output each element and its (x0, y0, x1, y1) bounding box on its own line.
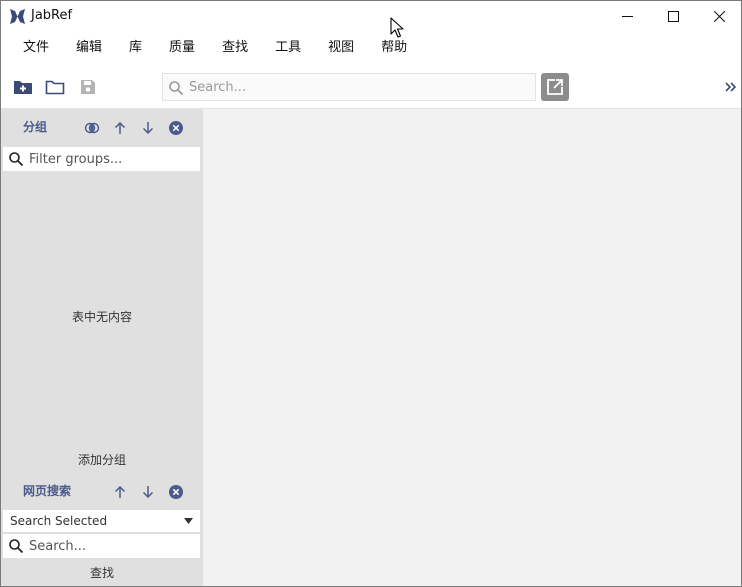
global-search-box[interactable] (162, 73, 536, 101)
expand-panel-down-icon[interactable] (140, 120, 156, 136)
side-panel: 分组 表中无内容 添加分组 网页搜索 (1, 109, 203, 586)
window-title: JabRef (31, 8, 73, 23)
filter-groups-input[interactable] (29, 151, 200, 167)
search-icon (9, 152, 24, 167)
web-panel-down-icon[interactable] (140, 484, 156, 500)
main-content-area (203, 109, 741, 586)
search-icon (169, 81, 184, 96)
jabref-window: JabRef 文件 编辑 库 质量 查找 工具 视图 帮助 Search... … (0, 0, 742, 587)
minimize-button[interactable] (604, 1, 650, 32)
menu-view[interactable]: 视图 (316, 32, 366, 64)
close-icon (713, 11, 725, 22)
close-button[interactable] (696, 1, 741, 32)
expand-panel-up-icon[interactable] (112, 120, 128, 136)
external-window-icon (547, 79, 563, 95)
menu-search[interactable]: 查找 (210, 32, 260, 64)
close-panel-icon[interactable] (168, 120, 184, 136)
toggle-intersection-icon[interactable] (84, 120, 100, 136)
web-search-panel-title: 网页搜索 (23, 484, 72, 498)
web-panel-close-icon[interactable] (168, 484, 184, 500)
fetch-button[interactable]: 查找 (1, 564, 203, 581)
global-search-input[interactable] (189, 79, 535, 95)
web-search-query-box[interactable] (3, 534, 200, 558)
groups-panel-title: 分组 (23, 120, 48, 134)
title-bar: JabRef (1, 1, 741, 32)
web-panel-up-icon[interactable] (112, 484, 128, 500)
web-search-query-input[interactable] (29, 538, 200, 554)
open-library-icon[interactable] (45, 77, 65, 97)
fetcher-selected-value: Search Selected (10, 514, 108, 528)
toolbar-overflow-chevron-icon[interactable] (723, 78, 739, 96)
filter-groups-box[interactable] (3, 147, 200, 171)
maximize-icon (667, 11, 679, 22)
menu-tools[interactable]: 工具 (263, 32, 313, 64)
chevron-down-icon (184, 518, 193, 524)
menu-quality[interactable]: 质量 (157, 32, 207, 64)
main-toolbar (1, 64, 741, 109)
jabref-logo-icon (10, 9, 25, 24)
fetcher-select[interactable]: Search Selected (3, 510, 200, 532)
menu-library[interactable]: 库 (117, 32, 154, 64)
menu-bar: 文件 编辑 库 质量 查找 工具 视图 帮助 (1, 32, 741, 64)
add-group-button[interactable]: 添加分组 (1, 451, 203, 468)
mouse-cursor-icon (390, 17, 404, 38)
minimize-icon (621, 16, 633, 17)
menu-edit[interactable]: 编辑 (64, 32, 114, 64)
new-library-icon[interactable] (13, 77, 33, 97)
menu-file[interactable]: 文件 (11, 32, 61, 64)
open-global-search-button[interactable] (541, 73, 569, 101)
maximize-button[interactable] (650, 1, 696, 32)
groups-empty-message: 表中无内容 (71, 310, 132, 324)
search-icon (9, 539, 24, 554)
save-library-icon[interactable] (78, 77, 98, 97)
